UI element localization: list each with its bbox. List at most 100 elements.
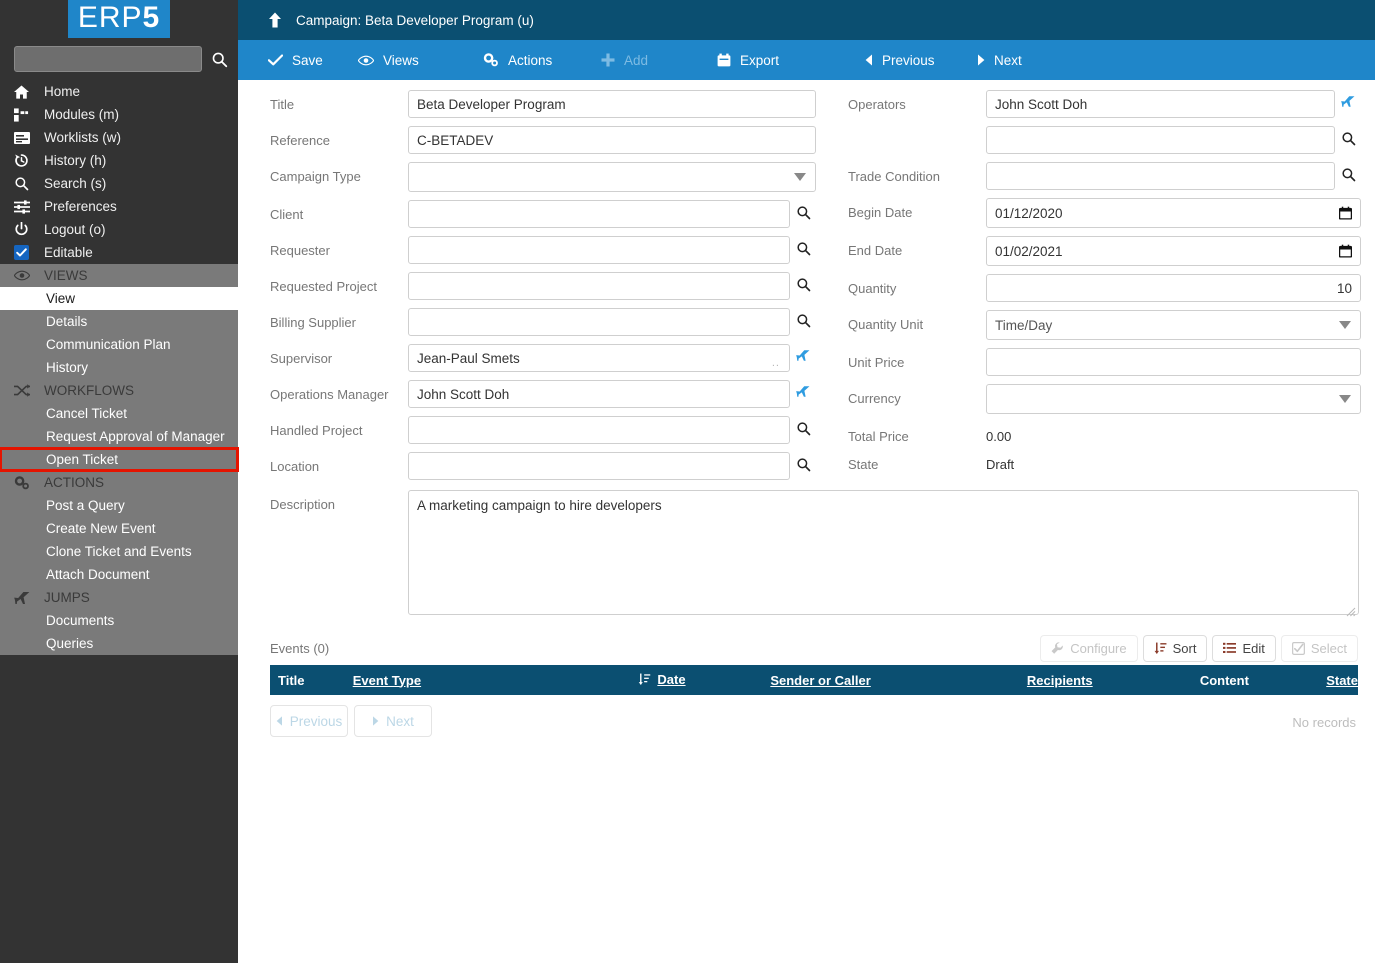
search-icon[interactable]	[1341, 126, 1361, 146]
search-icon[interactable]	[796, 452, 816, 472]
title-input[interactable]	[408, 90, 816, 118]
jump-plane-icon[interactable]	[796, 344, 816, 362]
export-button[interactable]: Export	[717, 40, 847, 80]
column-label: State	[1326, 672, 1358, 688]
sidebar-item-preferences[interactable]: Preferences	[0, 195, 238, 218]
search-icon[interactable]	[796, 236, 816, 256]
quantity-unit-value: Time/Day	[995, 317, 1053, 333]
sidebar-item-clone-ticket-and-events[interactable]: Clone Ticket and Events	[0, 540, 238, 563]
sidebar-item-label: Modules (m)	[44, 107, 120, 122]
column-content[interactable]: Content	[1199, 665, 1327, 695]
logo: ERP5	[0, 0, 238, 40]
events-next-button: Next	[354, 705, 432, 737]
power-icon	[14, 222, 44, 237]
sidebar-item-label: Logout (o)	[44, 222, 106, 237]
search-icon[interactable]	[796, 200, 816, 220]
sidebar-item-search[interactable]: Search (s)	[0, 172, 238, 195]
next-button[interactable]: Next	[972, 40, 1092, 80]
begin-date-value: 01/12/2020	[995, 205, 1063, 221]
sidebar-item-queries[interactable]: Queries	[0, 632, 238, 655]
operators-extra-input[interactable]	[986, 126, 1335, 154]
handled-project-input[interactable]	[408, 416, 790, 444]
sidebar-item-editable[interactable]: Editable	[0, 241, 238, 264]
billing-supplier-input[interactable]	[408, 308, 790, 336]
sidebar-item-communication-plan[interactable]: Communication Plan	[0, 333, 238, 356]
search-icon	[14, 176, 44, 191]
operations-manager-input[interactable]	[408, 380, 790, 408]
search-input[interactable]	[14, 46, 202, 72]
search-icon[interactable]	[796, 308, 816, 328]
column-recipients[interactable]: Recipients	[1026, 665, 1200, 695]
end-date-input[interactable]: 01/02/2021	[986, 236, 1361, 266]
quantity-input[interactable]	[986, 274, 1361, 302]
sidebar-item-history[interactable]: History	[0, 356, 238, 379]
search-icon[interactable]	[208, 51, 230, 68]
sidebar-item-worklists[interactable]: Worklists (w)	[0, 126, 238, 149]
column-sender-or-caller[interactable]: Sender or Caller	[770, 665, 1027, 695]
sidebar-item-open-ticket[interactable]: Open Ticket	[0, 447, 239, 472]
sidebar-item-cancel-ticket[interactable]: Cancel Ticket	[0, 402, 238, 425]
field-begin-date: Begin Date 01/12/2020	[816, 198, 1361, 228]
campaign-type-select[interactable]	[408, 162, 816, 192]
sidebar-item-post-a-query[interactable]: Post a Query	[0, 494, 238, 517]
search-icon[interactable]	[796, 416, 816, 436]
checkbox-checked-icon[interactable]	[14, 245, 44, 260]
sidebar-item-modules[interactable]: Modules (m)	[0, 103, 238, 126]
actions-button[interactable]: Actions	[483, 40, 601, 80]
search-icon[interactable]	[796, 272, 816, 292]
supervisor-input[interactable]	[408, 344, 790, 372]
currency-select[interactable]	[986, 384, 1361, 414]
sidebar-item-request-approval-of-manager[interactable]: Request Approval of Manager	[0, 425, 238, 448]
begin-date-input[interactable]: 01/12/2020	[986, 198, 1361, 228]
views-button[interactable]: Views	[358, 40, 483, 80]
field-handled-project: Handled Project	[238, 416, 816, 444]
save-button[interactable]: Save	[238, 40, 358, 80]
quantity-unit-select[interactable]: Time/Day	[986, 310, 1361, 340]
location-input[interactable]	[408, 452, 790, 480]
field-label: Reference	[270, 133, 330, 148]
field-trade-condition: Trade Condition	[816, 162, 1361, 190]
arrow-up-icon[interactable]	[268, 12, 282, 28]
column-event-type[interactable]: Event Type	[352, 665, 639, 695]
sidebar-item-view[interactable]: View	[0, 287, 238, 310]
reference-input[interactable]	[408, 126, 816, 154]
sidebar-item-logout[interactable]: Logout (o)	[0, 218, 238, 241]
sidebar-item-history[interactable]: History (h)	[0, 149, 238, 172]
calendar-icon[interactable]	[1339, 206, 1352, 220]
column-date[interactable]: Date	[638, 665, 771, 695]
trade-condition-input[interactable]	[986, 162, 1335, 190]
sidebar-item-documents[interactable]: Documents	[0, 609, 238, 632]
toolbar-label: Views	[383, 52, 419, 68]
column-state[interactable]: State	[1326, 665, 1358, 695]
jump-plane-icon[interactable]	[1341, 90, 1361, 108]
client-input[interactable]	[408, 200, 790, 228]
requester-input[interactable]	[408, 236, 790, 264]
description-textarea[interactable]	[408, 490, 1359, 615]
cogs-icon	[14, 475, 44, 490]
toolbar-label: Previous	[882, 52, 935, 68]
edit-button[interactable]: Edit	[1212, 634, 1276, 662]
unit-price-input[interactable]	[986, 348, 1361, 376]
requested-project-input[interactable]	[408, 272, 790, 300]
sliders-icon	[14, 199, 44, 214]
search-icon[interactable]	[1341, 162, 1361, 182]
field-label: Currency	[848, 391, 901, 406]
calendar-icon[interactable]	[1339, 244, 1352, 258]
operators-input[interactable]	[986, 90, 1335, 118]
sidebar-item-label: Worklists (w)	[44, 130, 121, 145]
column-title[interactable]: Title	[270, 665, 353, 695]
sort-button[interactable]: Sort	[1142, 634, 1208, 662]
field-quantity-unit: Quantity Unit Time/Day	[816, 310, 1361, 340]
plus-icon	[601, 53, 615, 67]
sidebar-item-attach-document[interactable]: Attach Document	[0, 563, 238, 586]
sidebar-item-details[interactable]: Details	[0, 310, 238, 333]
toolbar-label: Add	[624, 52, 649, 68]
chevron-down-icon	[794, 173, 806, 181]
jump-plane-icon[interactable]	[796, 380, 816, 398]
events-listbox: Events (0) Configure Sort Edit Select Ti…	[238, 634, 1375, 737]
previous-button[interactable]: Previous	[847, 40, 972, 80]
plane-icon	[14, 591, 44, 605]
sidebar-item-home[interactable]: Home	[0, 80, 238, 103]
field-label: Quantity Unit	[848, 317, 924, 332]
sidebar-item-create-new-event[interactable]: Create New Event	[0, 517, 238, 540]
